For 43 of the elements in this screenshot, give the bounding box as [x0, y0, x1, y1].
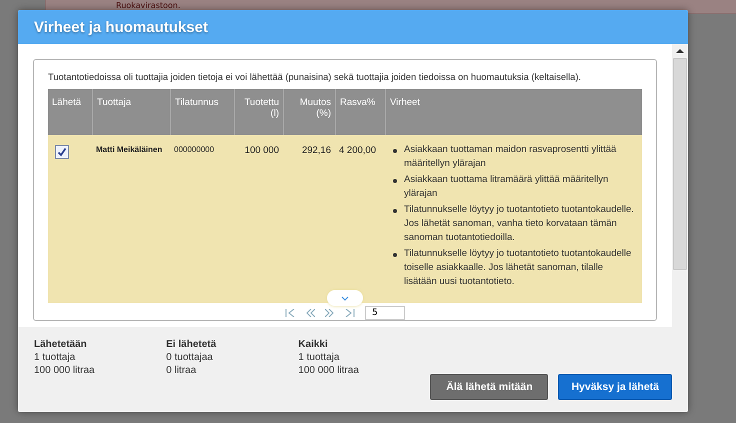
table-cell: 000000000: [170, 135, 234, 303]
column-header: Tuotettu (l): [234, 89, 283, 135]
expand-button[interactable]: [327, 290, 363, 306]
bullet-icon: [393, 149, 397, 153]
error-item: Asiakkaan tuottaman maidon rasvaprosentti ylittää määritellyn ylärajan: [404, 143, 618, 171]
table-cell: 292,16: [283, 135, 335, 303]
accept-send-button[interactable]: Hyväksy ja lähetä: [558, 374, 672, 400]
last-page-icon[interactable]: [345, 309, 355, 317]
background-text: Ruokavirastoon.: [116, 1, 180, 10]
column-header: Tuottaja: [92, 89, 170, 135]
summary-title: Ei lähetetä: [166, 339, 218, 350]
producer-count: 1 tuottaja: [298, 352, 340, 363]
error-item: Tilatunnukselle löytyy jo tuotantotieto tuotantokaudelle. Jos lähetät sanoman, vanha tieto korvataan tämän sanoman tuotantotiedoilla.: [404, 203, 635, 245]
table-cell: Matti Meikäläinen: [92, 135, 170, 303]
column-header: Rasva%: [335, 89, 385, 135]
error-item: Asiakkaan tuottama litramäärä ylittää määritellyn ylärajan: [404, 173, 610, 201]
chevron-down-icon: [341, 296, 349, 300]
summary-title: Kaikki: [298, 339, 329, 350]
first-page-icon[interactable]: [285, 309, 295, 317]
send-checkbox[interactable]: [55, 145, 69, 159]
column-header: Virheet: [385, 89, 642, 135]
intro-text: Tuotantotiedoissa oli tuottajia joiden tietoja ei voi lähettää (punaisina) sekä tuottajia joiden tiedoissa on huomautuksia (keltaisella).: [48, 72, 582, 82]
dialog-title: Virheet ja huomautukset: [34, 18, 208, 36]
litre-count: 100 000 litraa: [34, 365, 96, 376]
column-header: Lähetä: [48, 89, 92, 135]
summary-title: Lähetetään: [34, 339, 88, 350]
next-page-icon[interactable]: [325, 309, 335, 317]
table-cell: 100 000: [234, 135, 283, 303]
producer-count: 0 tuottajaa: [166, 352, 214, 363]
cancel-button[interactable]: Älä lähetä mitään: [430, 374, 548, 400]
litre-count: 100 000 litraa: [298, 365, 360, 376]
producer-count: 1 tuottaja: [34, 352, 76, 363]
scrollbar[interactable]: [672, 44, 688, 327]
column-header: Tilatunnus: [170, 89, 234, 135]
previous-page-icon[interactable]: [305, 309, 315, 317]
column-header: Muutos (%): [283, 89, 335, 135]
bullet-icon: [393, 253, 397, 257]
litre-count: 0 litraa: [166, 365, 198, 376]
bullet-icon: [393, 209, 397, 213]
table-cell: 4 200,00: [335, 135, 385, 303]
bullet-icon: [393, 179, 397, 183]
error-item: Tilatunnukselle löytyy jo tuotantotieto tuotantokaudelle toiselle asiakkaalle. Jos lähetät sanoman, tilalle lisätään uusi tuotantotieto.: [404, 247, 632, 289]
page-size-field[interactable]: 5: [365, 306, 405, 320]
